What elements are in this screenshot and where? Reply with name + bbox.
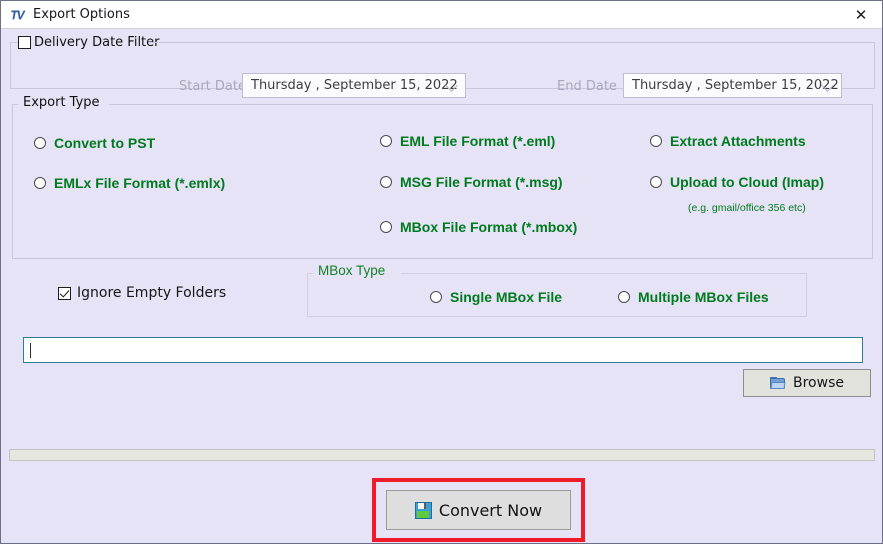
date-range-row: Start Date Thursday , September 15, 2022… xyxy=(11,73,882,103)
radio-icon[interactable] xyxy=(34,137,46,149)
text-cursor xyxy=(30,342,31,358)
title-bar: TV Export Options ✕ xyxy=(1,1,882,29)
radio-icon[interactable] xyxy=(380,176,392,188)
start-date-label: Start Date xyxy=(179,79,246,94)
delivery-date-filter-toggle[interactable]: Delivery Date Filter xyxy=(18,33,164,51)
radio-label: Single MBox File xyxy=(450,289,563,305)
delivery-date-filter-label: Delivery Date Filter xyxy=(34,34,160,50)
radio-icon[interactable] xyxy=(430,291,442,303)
folder-icon xyxy=(770,376,786,390)
start-date-picker[interactable]: Thursday , September 15, 2022 xyxy=(242,73,466,98)
radio-extract-attachments[interactable]: Extract Attachments xyxy=(650,133,806,149)
options-band: Ignore Empty Folders MBox Type Single MB… xyxy=(1,263,882,326)
tv-logo-icon: TV xyxy=(10,7,24,22)
cloud-hint-text: (e.g. gmail/office 356 etc) xyxy=(688,202,806,214)
radio-icon[interactable] xyxy=(34,177,46,189)
radio-label: Upload to Cloud (Imap) xyxy=(670,174,824,190)
browse-button[interactable]: Browse xyxy=(743,369,871,397)
destination-path-input[interactable] xyxy=(23,337,863,363)
end-date-value: Thursday , September 15, 2022 xyxy=(632,78,839,93)
window-title: Export Options xyxy=(33,7,130,22)
radio-upload-to-cloud[interactable]: Upload to Cloud (Imap) xyxy=(650,174,824,190)
progress-bar xyxy=(9,449,875,461)
radio-icon[interactable] xyxy=(380,221,392,233)
radio-label: MBox File Format (*.mbox) xyxy=(400,219,578,235)
radio-icon[interactable] xyxy=(650,176,662,188)
export-type-group: Export Type Convert to PST EMLx File For… xyxy=(12,95,873,259)
convert-now-button[interactable]: Convert Now xyxy=(386,490,571,530)
convert-now-label: Convert Now xyxy=(438,500,543,520)
radio-convert-to-pst[interactable]: Convert to PST xyxy=(34,135,155,151)
radio-emlx-file-format[interactable]: EMLx File Format (*.emlx) xyxy=(34,175,225,191)
delivery-date-filter-section: Delivery Date Filter Start Date Thursday… xyxy=(1,29,882,98)
radio-icon[interactable] xyxy=(650,135,662,147)
delivery-date-filter-checkbox[interactable] xyxy=(18,35,31,49)
mbox-type-group: MBox Type Single MBox File Multiple MBox… xyxy=(307,263,807,317)
close-icon[interactable]: ✕ xyxy=(838,1,882,28)
radio-single-mbox-file[interactable]: Single MBox File xyxy=(430,289,562,305)
radio-icon[interactable] xyxy=(380,135,392,147)
delivery-date-filter-group: Delivery Date Filter Start Date Thursday… xyxy=(10,33,875,98)
export-options-dialog: TV Export Options ✕ Delivery Date Filter… xyxy=(0,0,883,544)
export-type-legend: Export Type xyxy=(20,95,103,110)
radio-multiple-mbox-files[interactable]: Multiple MBox Files xyxy=(618,289,769,305)
ignore-empty-folders-label: Ignore Empty Folders xyxy=(77,285,227,301)
radio-icon[interactable] xyxy=(618,291,630,303)
radio-label: MSG File Format (*.msg) xyxy=(400,174,563,190)
radio-mbox-file-format[interactable]: MBox File Format (*.mbox) xyxy=(380,219,577,235)
ignore-empty-folders-checkbox[interactable] xyxy=(58,286,71,300)
radio-label: Convert to PST xyxy=(54,135,156,151)
radio-label: Extract Attachments xyxy=(670,133,806,149)
radio-msg-file-format[interactable]: MSG File Format (*.msg) xyxy=(380,174,563,190)
radio-label: EML File Format (*.eml) xyxy=(400,133,556,149)
browse-button-label: Browse xyxy=(793,375,844,391)
radio-label: Multiple MBox Files xyxy=(638,289,769,305)
end-date-label: End Date xyxy=(557,79,617,94)
end-date-picker[interactable]: Thursday , September 15, 2022 xyxy=(623,73,842,98)
radio-label: EMLx File Format (*.emlx) xyxy=(54,175,226,191)
mbox-type-legend: MBox Type xyxy=(315,263,389,278)
ignore-empty-folders-toggle[interactable]: Ignore Empty Folders xyxy=(58,285,226,301)
radio-eml-file-format[interactable]: EML File Format (*.eml) xyxy=(380,133,555,149)
save-icon xyxy=(414,501,432,519)
start-date-value: Thursday , September 15, 2022 xyxy=(251,78,458,93)
